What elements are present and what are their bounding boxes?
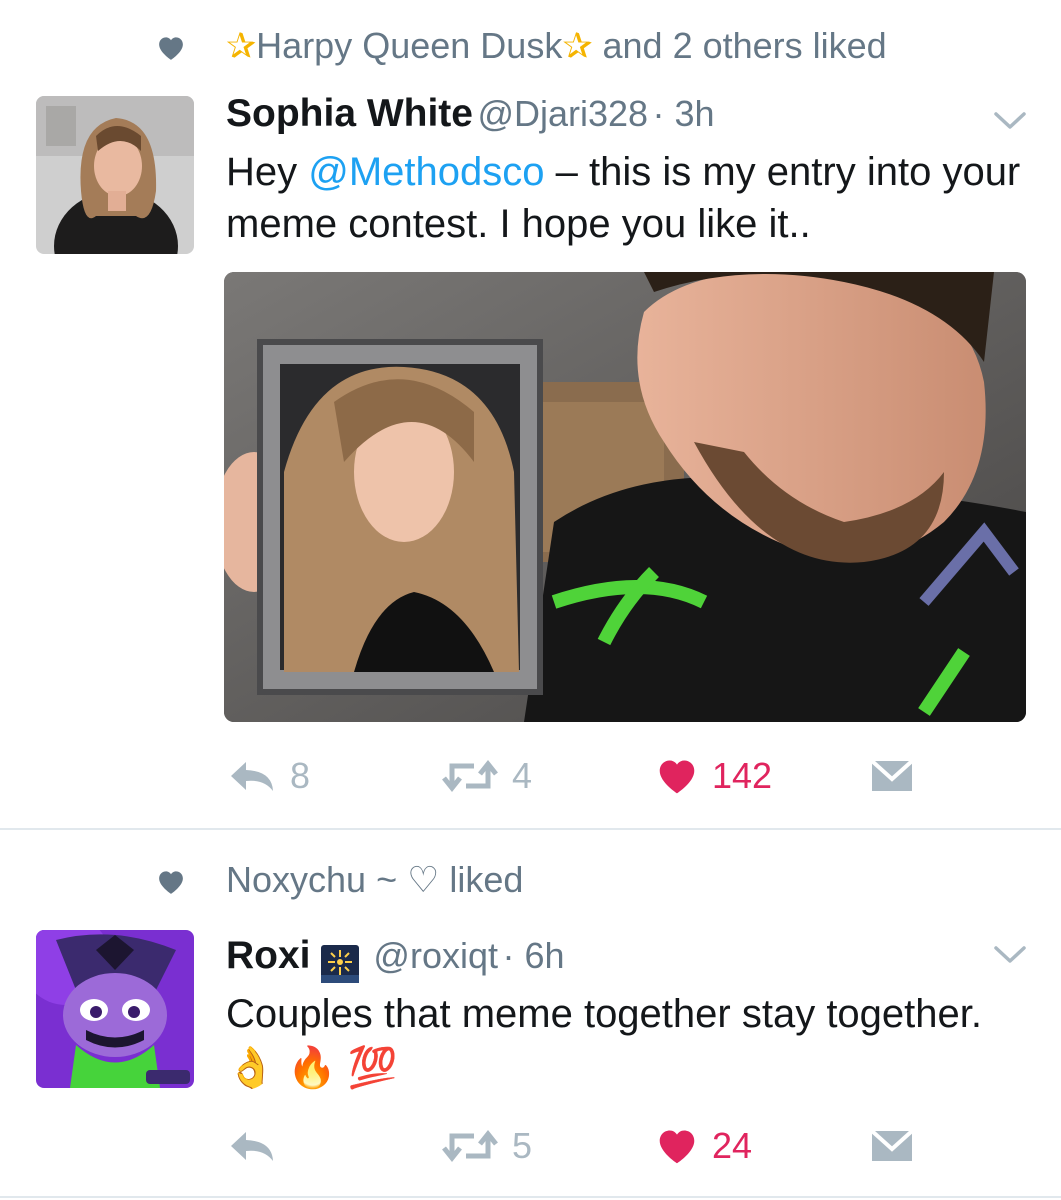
like-count: 24 bbox=[712, 1125, 753, 1166]
dm-button[interactable] bbox=[870, 746, 914, 806]
like-count: 142 bbox=[712, 755, 773, 796]
chevron-down-icon[interactable] bbox=[992, 944, 1028, 966]
avatar-image bbox=[36, 930, 194, 1088]
tweet-time[interactable]: · 3h bbox=[653, 93, 715, 134]
retweet-button[interactable]: 4 bbox=[442, 746, 532, 806]
context-rest: liked bbox=[449, 859, 524, 900]
like-button[interactable]: 24 bbox=[656, 1116, 752, 1176]
avatar[interactable] bbox=[36, 96, 194, 254]
author-handle[interactable]: @roxiqt bbox=[373, 935, 498, 976]
tweet-divider bbox=[0, 1196, 1061, 1198]
tweet-header: Sophia White @Djari328 · 3h bbox=[226, 92, 715, 144]
like-button[interactable]: 142 bbox=[656, 746, 772, 806]
avatar[interactable] bbox=[36, 930, 194, 1088]
heart-icon bbox=[659, 1130, 695, 1164]
liker-heart-symbol: ♡ bbox=[407, 859, 440, 900]
heart-icon bbox=[159, 871, 183, 894]
reply-button[interactable]: 8 bbox=[228, 746, 310, 806]
liker-name[interactable]: Harpy Queen Dusk bbox=[256, 25, 562, 66]
liker-name[interactable]: Noxychu ~ bbox=[226, 859, 397, 900]
retweet-icon bbox=[442, 759, 498, 793]
avatar-image bbox=[36, 96, 194, 254]
reply-count: 8 bbox=[290, 755, 311, 796]
hundred-emoji: 💯 bbox=[347, 1046, 398, 1091]
liker-star-left: ✰ bbox=[226, 25, 257, 66]
reply-icon bbox=[231, 762, 273, 791]
context-rest: and 2 others liked bbox=[602, 25, 887, 66]
heart-icon bbox=[659, 760, 695, 794]
mention-link[interactable]: @Methodsco bbox=[308, 150, 544, 194]
chevron-down-icon[interactable] bbox=[992, 110, 1028, 132]
retweet-button[interactable]: 5 bbox=[442, 1116, 532, 1176]
photo-image bbox=[224, 272, 1026, 722]
envelope-icon bbox=[870, 759, 914, 791]
author-name[interactable]: Roxi bbox=[226, 934, 311, 977]
fireworks-icon bbox=[320, 944, 359, 983]
author-handle[interactable]: @Djari328 bbox=[477, 93, 648, 134]
author-name[interactable]: Sophia White bbox=[226, 92, 473, 135]
tweet-1[interactable]: ✰Harpy Queen Dusk✰ and 2 others liked So… bbox=[0, 0, 1061, 828]
tweet-2[interactable]: Noxychu ~ ♡ liked Roxi @roxiqt · 6h Coup… bbox=[0, 830, 1061, 1200]
reply-icon bbox=[231, 1132, 273, 1161]
text-main: Couples that meme together stay together… bbox=[226, 992, 982, 1036]
dm-button[interactable] bbox=[870, 1116, 914, 1176]
retweet-count: 5 bbox=[512, 1125, 533, 1166]
social-context[interactable]: Noxychu ~ ♡ liked bbox=[226, 860, 523, 900]
tweet-actions: 5 24 bbox=[0, 1116, 1061, 1176]
liker-star-right: ✰ bbox=[562, 25, 593, 66]
retweet-icon bbox=[442, 1129, 498, 1163]
envelope-icon bbox=[870, 1129, 914, 1161]
social-context[interactable]: ✰Harpy Queen Dusk✰ and 2 others liked bbox=[226, 26, 887, 66]
text-before: Hey bbox=[226, 150, 309, 194]
heart-icon bbox=[159, 37, 183, 60]
tweet-header: Roxi @roxiqt · 6h bbox=[226, 934, 565, 986]
tweet-text: Couples that meme together stay together… bbox=[226, 988, 1026, 1094]
ok-hand-emoji: 👌 bbox=[226, 1046, 276, 1091]
tweet-photo[interactable] bbox=[224, 272, 1026, 722]
tweet-text: Hey @Methodsco – this is my entry into y… bbox=[226, 146, 1026, 250]
retweet-count: 4 bbox=[512, 755, 533, 796]
tweet-time[interactable]: · 6h bbox=[502, 935, 564, 976]
tweet-actions: 8 4 142 bbox=[0, 746, 1061, 806]
reply-button[interactable] bbox=[228, 1116, 290, 1176]
fire-emoji: 🔥 bbox=[286, 1046, 337, 1091]
